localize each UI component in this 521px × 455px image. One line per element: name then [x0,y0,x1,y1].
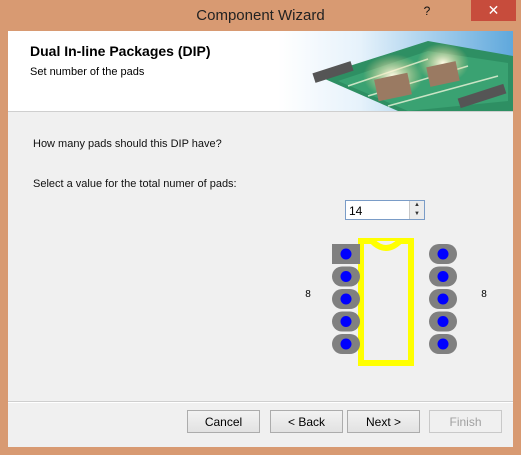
wizard-header: Dual In-line Packages (DIP) Set number o… [8,31,513,112]
pad-count-question: How many pads should this DIP have? [33,138,222,150]
pad-hole-left-2 [340,271,352,282]
component-wizard-window: Component Wizard ? ✕ Dual In-line Packag… [0,0,521,455]
pad-hole-left-3 [340,293,352,305]
finish-button: Finish [429,410,502,433]
title-bar[interactable]: Component Wizard ? ✕ [0,0,521,30]
left-designator: 8 [305,289,311,300]
back-button[interactable]: < Back [270,410,343,433]
next-button[interactable]: Next > [347,410,420,433]
close-button[interactable]: ✕ [471,0,516,21]
pad-count-label: Select a value for the total numer of pa… [33,178,237,190]
dip-preview: 8 8 [305,238,487,366]
page-subtitle: Set number of the pads [30,66,145,78]
wizard-client-area: Dual In-line Packages (DIP) Set number o… [8,31,513,447]
spin-down-button[interactable]: ▼ [410,210,424,219]
right-designator: 8 [481,289,487,300]
pad-hole-right-5 [437,338,449,350]
spinner-buttons: ▲ ▼ [409,201,424,219]
pad-hole-right-2 [437,271,449,282]
pad-hole-left-4 [340,316,352,327]
pad-hole-right-1 [437,248,449,260]
pcb-banner-image [278,31,513,111]
pad-count-value[interactable]: 14 [349,204,362,218]
button-divider-highlight [8,402,513,403]
window-title: Component Wizard [196,7,325,24]
pad-hole-right-4 [437,316,449,327]
pad-hole-right-3 [437,293,449,305]
component-outline [358,238,414,366]
pad-hole-left-1 [340,248,352,260]
page-title: Dual In-line Packages (DIP) [30,43,211,59]
cancel-button[interactable]: Cancel [187,410,260,433]
pad-hole-left-5 [340,338,352,350]
pad-count-spinner[interactable]: 14 ▲ ▼ [345,200,425,220]
pin1-notch [369,238,403,251]
help-button[interactable]: ? [414,0,440,21]
